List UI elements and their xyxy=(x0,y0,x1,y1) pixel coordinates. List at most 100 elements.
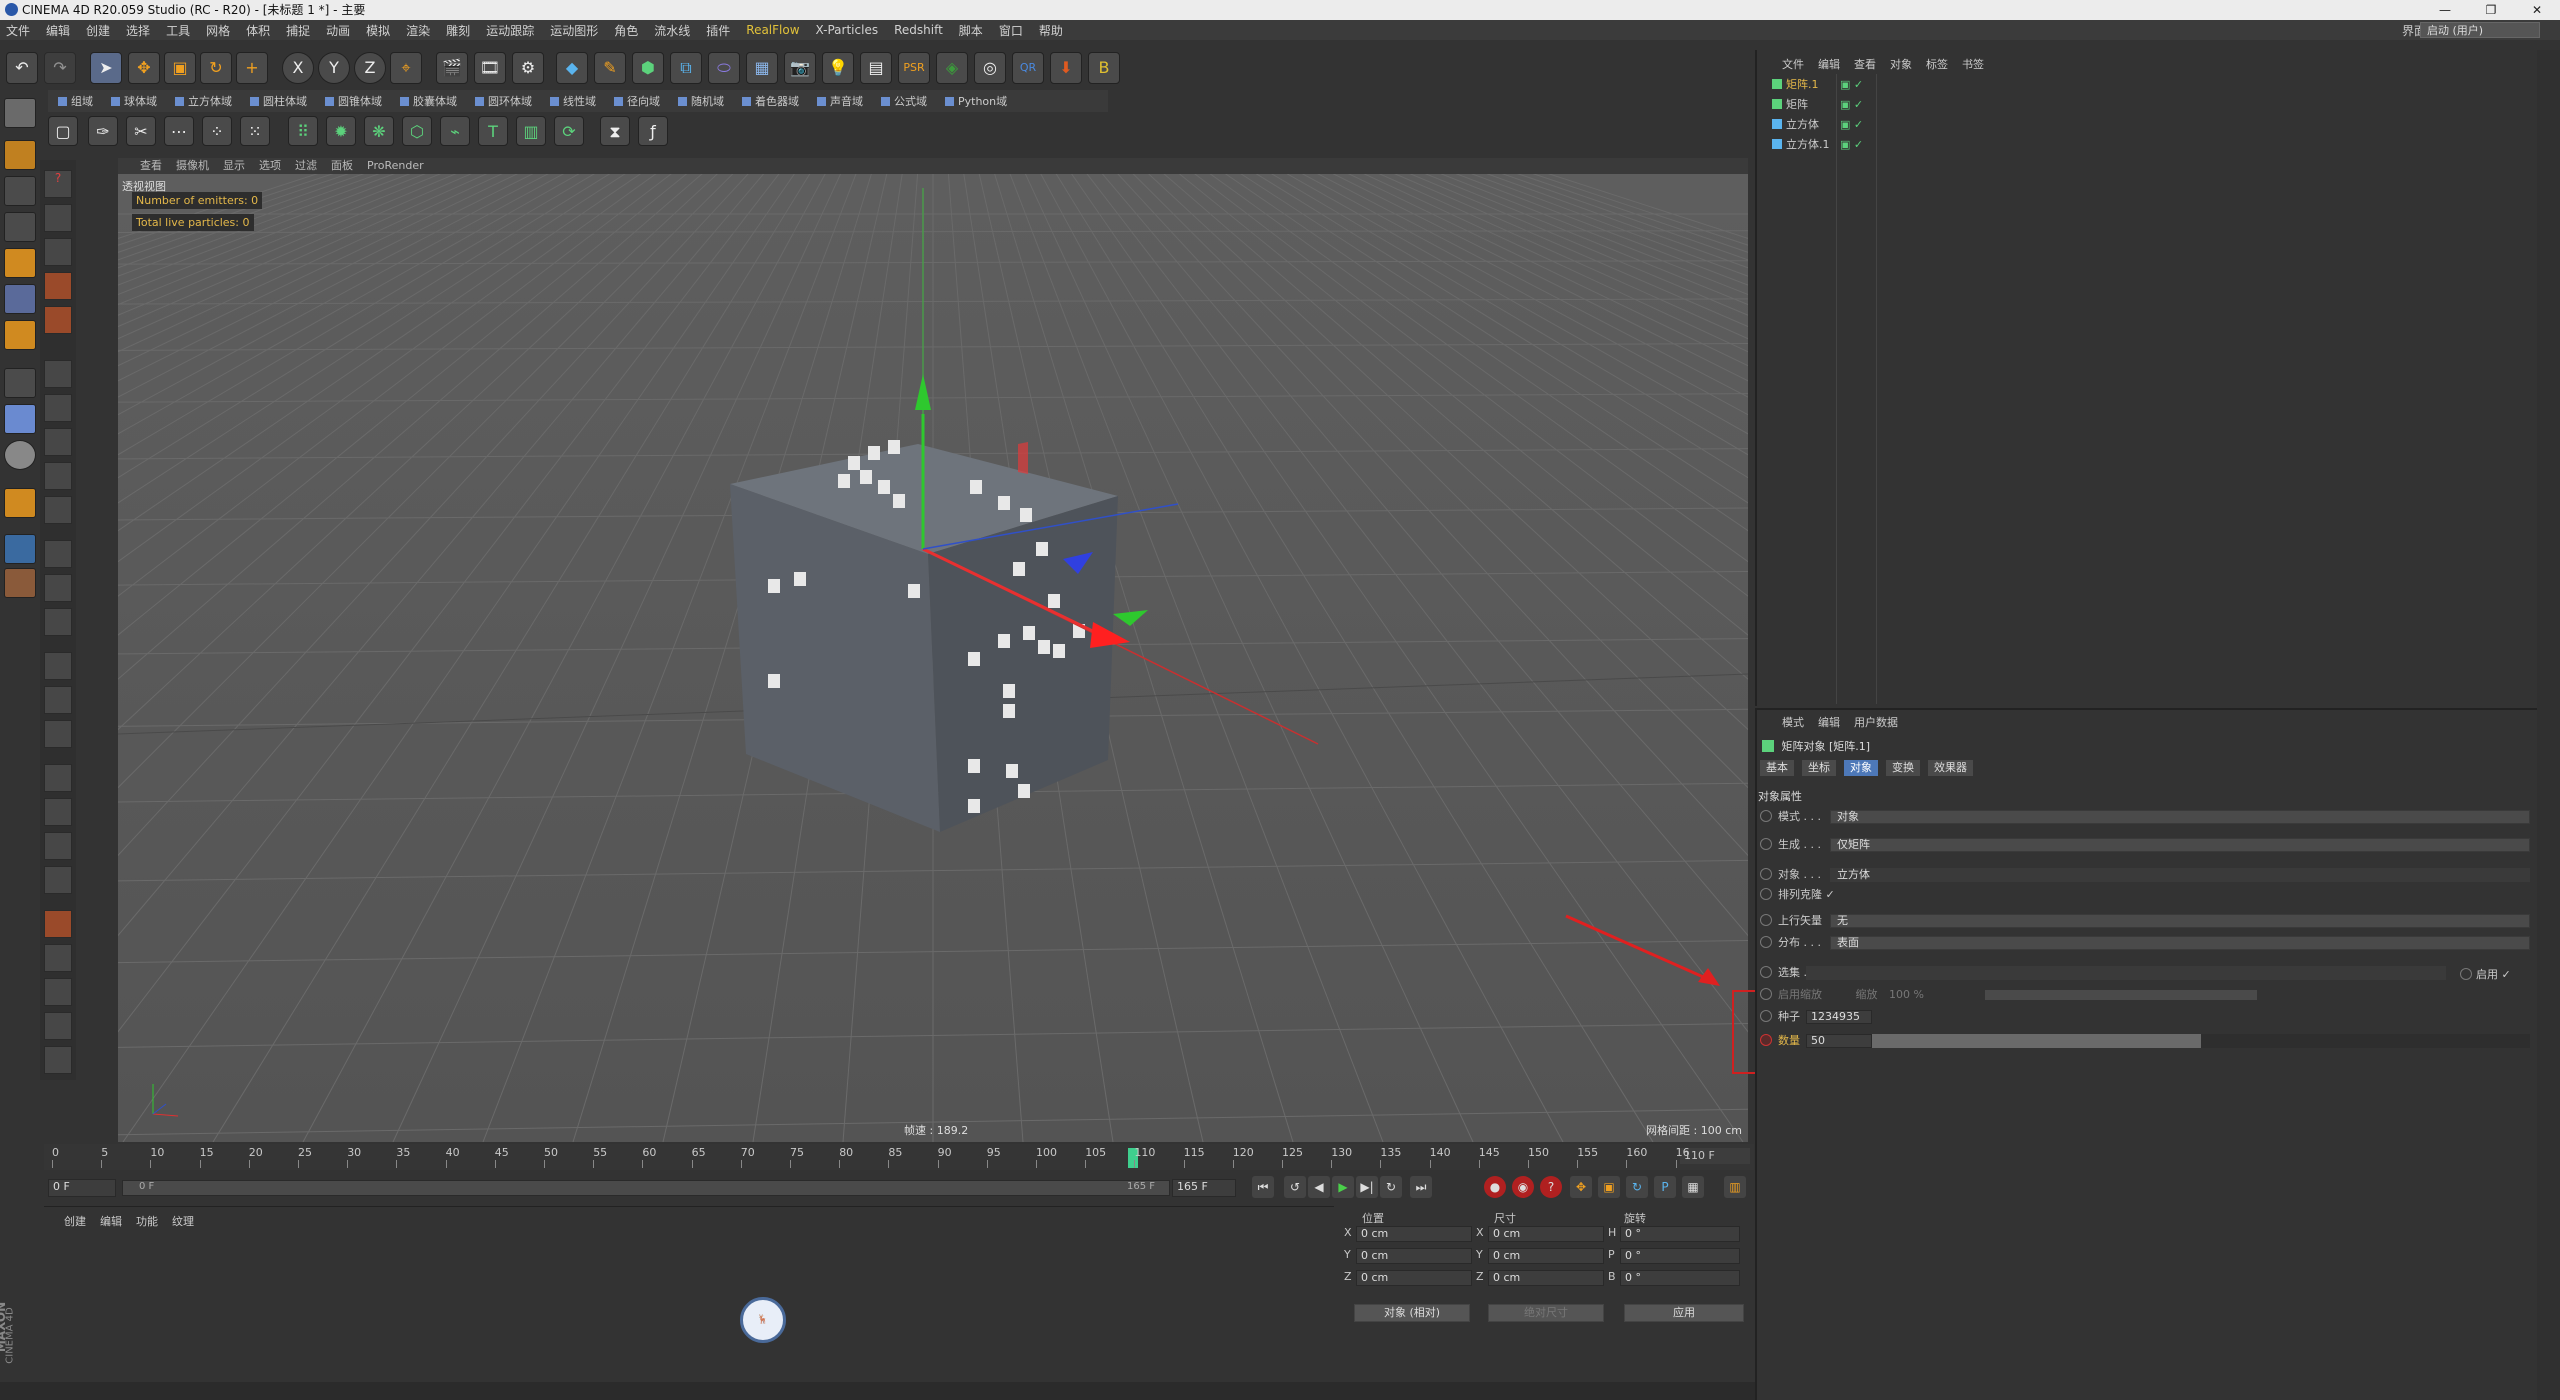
edge-select-icon[interactable]: ⁘ xyxy=(202,116,232,146)
layers-2-icon[interactable] xyxy=(44,798,72,826)
select-tool-icon[interactable] xyxy=(44,204,72,232)
sculpt-icon[interactable] xyxy=(44,496,72,524)
prev-key-icon[interactable]: ↺ xyxy=(1284,1176,1306,1198)
field-item-3[interactable]: 圆柱体域 xyxy=(250,93,307,109)
record-icon[interactable]: ● xyxy=(1484,1176,1506,1198)
minimize-button[interactable]: — xyxy=(2422,0,2468,20)
polygons-mode-icon[interactable] xyxy=(4,320,36,350)
drop-icon[interactable]: ⬇ xyxy=(1050,52,1082,84)
cloner-icon[interactable]: ⧉ xyxy=(670,52,702,84)
layer-icon[interactable] xyxy=(4,568,36,598)
count-field[interactable]: 50 xyxy=(1806,1034,1872,1048)
camera-icon[interactable]: 📷 xyxy=(784,52,816,84)
menu-item-18[interactable]: X-Particles xyxy=(816,23,879,37)
field-item-0[interactable]: 组域 xyxy=(58,93,93,109)
field-item-13[interactable]: Python域 xyxy=(945,93,1007,109)
solo-icon[interactable] xyxy=(4,440,36,470)
matrix-icon[interactable]: ⠿ xyxy=(288,116,318,146)
om-menu-item-4[interactable]: 标签 xyxy=(1926,56,1948,71)
coord-size-field-x[interactable]: 0 cm xyxy=(1488,1226,1604,1242)
viewport-menu-item-5[interactable]: 面板 xyxy=(331,158,353,174)
tweak-mode-icon[interactable] xyxy=(4,404,36,434)
axis-z-icon[interactable]: Z xyxy=(354,52,386,84)
menu-item-4[interactable]: 工具 xyxy=(166,22,190,39)
mograph-fracture-icon[interactable]: ▥ xyxy=(516,116,546,146)
weld-icon[interactable] xyxy=(44,462,72,490)
timeline-window-icon[interactable]: ▥ xyxy=(1724,1176,1746,1198)
key-param-icon[interactable]: P xyxy=(1654,1176,1676,1198)
field-item-4[interactable]: 圆锥体域 xyxy=(325,93,382,109)
object-row-0[interactable]: 矩阵.1 xyxy=(1772,76,1819,94)
deform-tool-icon[interactable] xyxy=(44,910,72,938)
menu-item-5[interactable]: 网格 xyxy=(206,22,230,39)
viewport-menu-item-2[interactable]: 显示 xyxy=(223,158,245,174)
range-slider[interactable]: 0 F 165 F xyxy=(122,1180,1170,1196)
viewport-menu-item-0[interactable]: 查看 xyxy=(140,158,162,174)
render-view-icon[interactable]: 🎬 xyxy=(436,52,468,84)
floor-icon[interactable]: ▦ xyxy=(746,52,778,84)
up-vector-select[interactable]: 无 xyxy=(1830,914,2530,928)
play-icon[interactable]: ▶ xyxy=(1332,1176,1354,1198)
grid-tool-2-icon[interactable] xyxy=(44,574,72,602)
object-name[interactable]: 立方体 xyxy=(1786,118,1819,131)
coord-size-field-z[interactable]: 0 cm xyxy=(1488,1270,1604,1286)
menu-item-14[interactable]: 角色 xyxy=(614,22,638,39)
keyframe-selection-icon[interactable]: ? xyxy=(1540,1176,1562,1198)
menu-item-15[interactable]: 流水线 xyxy=(654,22,690,39)
picture-viewer-icon[interactable]: ▤ xyxy=(860,52,892,84)
menu-item-21[interactable]: 窗口 xyxy=(999,22,1023,39)
deform-tool-2-icon[interactable] xyxy=(44,944,72,972)
viewport-menu-item-6[interactable]: ProRender xyxy=(367,158,424,174)
maximize-button[interactable]: ❐ xyxy=(2468,0,2514,20)
coord-rot-field-x[interactable]: 0 ° xyxy=(1620,1226,1740,1242)
polygon-select-icon[interactable]: ⁙ xyxy=(240,116,270,146)
menu-item-22[interactable]: 帮助 xyxy=(1039,22,1063,39)
select-arrow-icon[interactable]: ➤ xyxy=(90,52,122,84)
attr-tab-0[interactable]: 基本 xyxy=(1760,760,1794,776)
mode-select[interactable]: 对象 xyxy=(1830,810,2530,824)
point-select-icon[interactable]: ⋯ xyxy=(164,116,194,146)
start-frame-field[interactable]: 0 F xyxy=(48,1179,116,1197)
am-menu-item-2[interactable]: 用户数据 xyxy=(1854,714,1898,730)
scale-icon[interactable]: ▣ xyxy=(164,52,196,84)
om-menu-item-0[interactable]: 文件 xyxy=(1782,56,1804,71)
workplane-icon[interactable]: ◎ xyxy=(974,52,1006,84)
field-item-8[interactable]: 径向域 xyxy=(614,93,660,109)
bridge-icon[interactable] xyxy=(44,428,72,456)
timeline-ruler[interactable]: 110 F 0 5 10 15 20 25 30 35 40 45 50 55 60 65 70 75 80 85… xyxy=(44,1144,1754,1170)
snap-tool-icon[interactable] xyxy=(4,488,36,518)
menu-item-6[interactable]: 体积 xyxy=(246,22,270,39)
object-row-2[interactable]: 立方体 xyxy=(1772,116,1819,134)
voronoi-icon[interactable]: ❋ xyxy=(364,116,394,146)
menu-item-1[interactable]: 编辑 xyxy=(46,22,70,39)
deformer-icon[interactable]: ⬭ xyxy=(708,52,740,84)
clone-checkbox[interactable]: ✓ xyxy=(1826,888,1835,901)
selection-enable[interactable]: 启用 ✓ xyxy=(2460,966,2511,982)
viewport-menu-item-4[interactable]: 过滤 xyxy=(295,158,317,174)
render-picture-viewer-icon[interactable]: 🎞 xyxy=(474,52,506,84)
pen-spline-icon[interactable]: ✎ xyxy=(594,52,626,84)
field-item-12[interactable]: 公式域 xyxy=(881,93,927,109)
object-name[interactable]: 矩阵.1 xyxy=(1786,78,1819,91)
coord-size-field-y[interactable]: 0 cm xyxy=(1488,1248,1604,1264)
ring-select-icon[interactable] xyxy=(44,306,72,334)
object-visibility-toggle[interactable]: ▣ ✓ xyxy=(1840,116,1863,134)
attr-tab-2[interactable]: 对象 xyxy=(1844,760,1878,776)
prev-frame-icon[interactable]: ◀ xyxy=(1308,1176,1330,1198)
field-item-5[interactable]: 胶囊体域 xyxy=(400,93,457,109)
add-icon[interactable]: + xyxy=(236,52,268,84)
menu-item-2[interactable]: 创建 xyxy=(86,22,110,39)
layers-icon[interactable] xyxy=(44,764,72,792)
menu-item-13[interactable]: 运动图形 xyxy=(550,22,598,39)
field-item-6[interactable]: 圆环体域 xyxy=(475,93,532,109)
am-menu-item-0[interactable]: 模式 xyxy=(1782,714,1804,730)
loop-select-icon[interactable] xyxy=(44,272,72,300)
object-link-field[interactable]: 立方体 xyxy=(1830,868,2530,882)
attr-tab-3[interactable]: 变换 xyxy=(1886,760,1920,776)
object-name[interactable]: 矩阵 xyxy=(1786,98,1808,111)
layout-select[interactable]: 启动 (用户) xyxy=(2420,22,2540,38)
coord-pos-field-x[interactable]: 0 cm xyxy=(1356,1226,1472,1242)
axis-x-icon[interactable]: X xyxy=(282,52,314,84)
workplane-mode-icon[interactable] xyxy=(4,212,36,242)
menu-item-20[interactable]: 脚本 xyxy=(959,22,983,39)
